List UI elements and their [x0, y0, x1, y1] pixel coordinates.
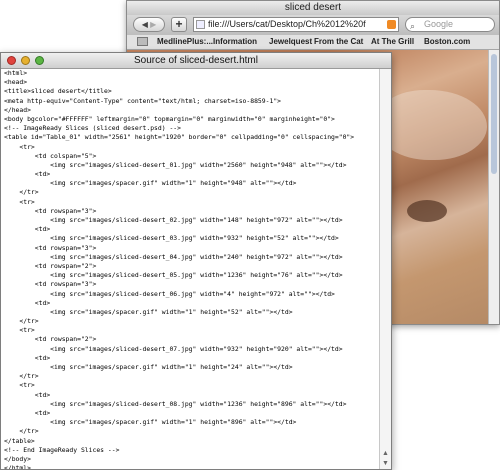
code-line: <img src="images/spacer.gif" width="1" h… [4, 363, 293, 371]
code-line: <img src="images/sliced-desert_02.jpg" w… [4, 216, 343, 224]
code-line: </body> [4, 454, 31, 463]
add-bookmark-button[interactable]: + [171, 17, 187, 32]
code-line: </tr> [4, 188, 39, 197]
code-line: <td rowspan="2"> [4, 261, 97, 270]
code-line: <tr> [4, 381, 35, 390]
code-line: <img src="images/sliced-desert_01.jpg" w… [4, 160, 347, 169]
code-line: <img src="images/sliced-desert_06.jpg" w… [4, 289, 335, 298]
source-scrollbar[interactable]: ▲ ▼ [379, 69, 391, 469]
code-line: <table id="Table_01" width="2561" height… [4, 133, 355, 142]
browser-scroll-thumb[interactable] [491, 54, 497, 174]
source-code[interactable]: <html> <head> <title>sliced desert</title>… [4, 69, 379, 469]
minimize-icon[interactable] [21, 56, 30, 65]
code-line: <img src="images/sliced-desert_03.jpg" w… [4, 234, 339, 243]
code-line: <td rowspan="3"> [4, 206, 97, 215]
browser-title: sliced desert [127, 1, 499, 15]
code-line: <title>sliced desert</title> [4, 87, 112, 96]
code-line: <tr> [4, 197, 35, 206]
rss-icon[interactable] [387, 20, 396, 29]
code-line: <td> [4, 170, 51, 179]
code-line: <img src="images/spacer.gif" width="1" h… [4, 179, 297, 188]
back-arrow-icon[interactable]: ◀ [142, 20, 148, 29]
code-line: <td rowspan="3"> [4, 280, 97, 289]
scroll-down-icon[interactable]: ▼ [381, 459, 390, 469]
code-line: <html> [4, 69, 28, 77]
code-line: <td> [4, 225, 51, 234]
code-line: <img src="images/spacer.gif" width="1" h… [4, 418, 297, 427]
zoom-icon[interactable] [35, 56, 44, 65]
code-line: <td rowspan="3"> [4, 243, 97, 252]
bookmarks-bar: MedlinePlus:...Information Jewelquest Fr… [127, 35, 499, 50]
code-line: <meta http-equiv="Content-Type" content=… [4, 96, 282, 105]
code-line: </tr> [4, 372, 39, 381]
code-line: <img src="images/sliced-desert_05.jpg" w… [4, 271, 343, 280]
code-line: </head> [4, 105, 31, 114]
search-placeholder: Google [424, 19, 454, 29]
file-icon [196, 20, 205, 29]
code-line: <td colspan="5"> [4, 151, 97, 160]
code-line: <img src="images/spacer.gif" width="1" h… [4, 307, 293, 316]
code-line: <!-- ImageReady Slices (sliced desert.ps… [4, 124, 181, 133]
code-line: <td> [4, 353, 51, 362]
bookmark-item[interactable]: From the Cat [314, 37, 363, 46]
code-line: <td> [4, 390, 51, 399]
scroll-up-icon[interactable]: ▲ [381, 449, 390, 459]
code-line: <body bgcolor="#FFFFFF" leftmargin="0" t… [4, 114, 335, 123]
code-line: <td> [4, 298, 51, 307]
address-bar[interactable]: file:///Users/cat/Desktop/Ch%2012%20f [193, 17, 399, 32]
back-forward-buttons[interactable]: ◀ ▶ [133, 17, 165, 32]
code-line: </tr> [4, 427, 39, 436]
source-title: Source of sliced-desert.html [134, 55, 258, 66]
source-titlebar: Source of sliced-desert.html [1, 53, 391, 69]
rock-highlight [377, 90, 487, 160]
bookmark-item[interactable]: Boston.com [424, 37, 470, 46]
rock-cave [407, 200, 447, 222]
browser-toolbar: ◀ ▶ + file:///Users/cat/Desktop/Ch%2012%… [127, 15, 499, 35]
code-line: <tr> [4, 142, 35, 151]
code-line: </table> [4, 436, 35, 445]
code-line: <head> [4, 78, 28, 87]
code-line: </html> [4, 464, 31, 470]
bookmark-item[interactable]: MedlinePlus:...Information [157, 37, 257, 46]
code-line: <td rowspan="2"> [4, 335, 97, 344]
code-line: </tr> [4, 317, 39, 326]
close-icon[interactable] [7, 56, 16, 65]
code-line: <img src="images/sliced-desert_04.jpg" w… [4, 252, 343, 261]
address-text: file:///Users/cat/Desktop/Ch%2012%20f [208, 19, 366, 29]
browser-scrollbar[interactable] [488, 50, 499, 324]
code-line: <img src="images/sliced-desert_07.jpg" w… [4, 344, 343, 353]
source-window: Source of sliced-desert.html <html> <head… [0, 52, 392, 470]
code-line: <tr> [4, 326, 35, 335]
code-line: <!-- End ImageReady Slices --> [4, 445, 120, 454]
search-icon: ⌕ [410, 21, 416, 31]
bookmarks-book-icon[interactable] [137, 37, 148, 46]
search-input[interactable]: ⌕ Google [405, 17, 495, 32]
code-line: <td> [4, 408, 51, 417]
bookmark-item[interactable]: Jewelquest [269, 37, 312, 46]
bookmark-item[interactable]: At The Grill [371, 37, 414, 46]
forward-arrow-icon[interactable]: ▶ [150, 20, 156, 29]
code-line: <img src="images/sliced-desert_08.jpg" w… [4, 399, 347, 408]
